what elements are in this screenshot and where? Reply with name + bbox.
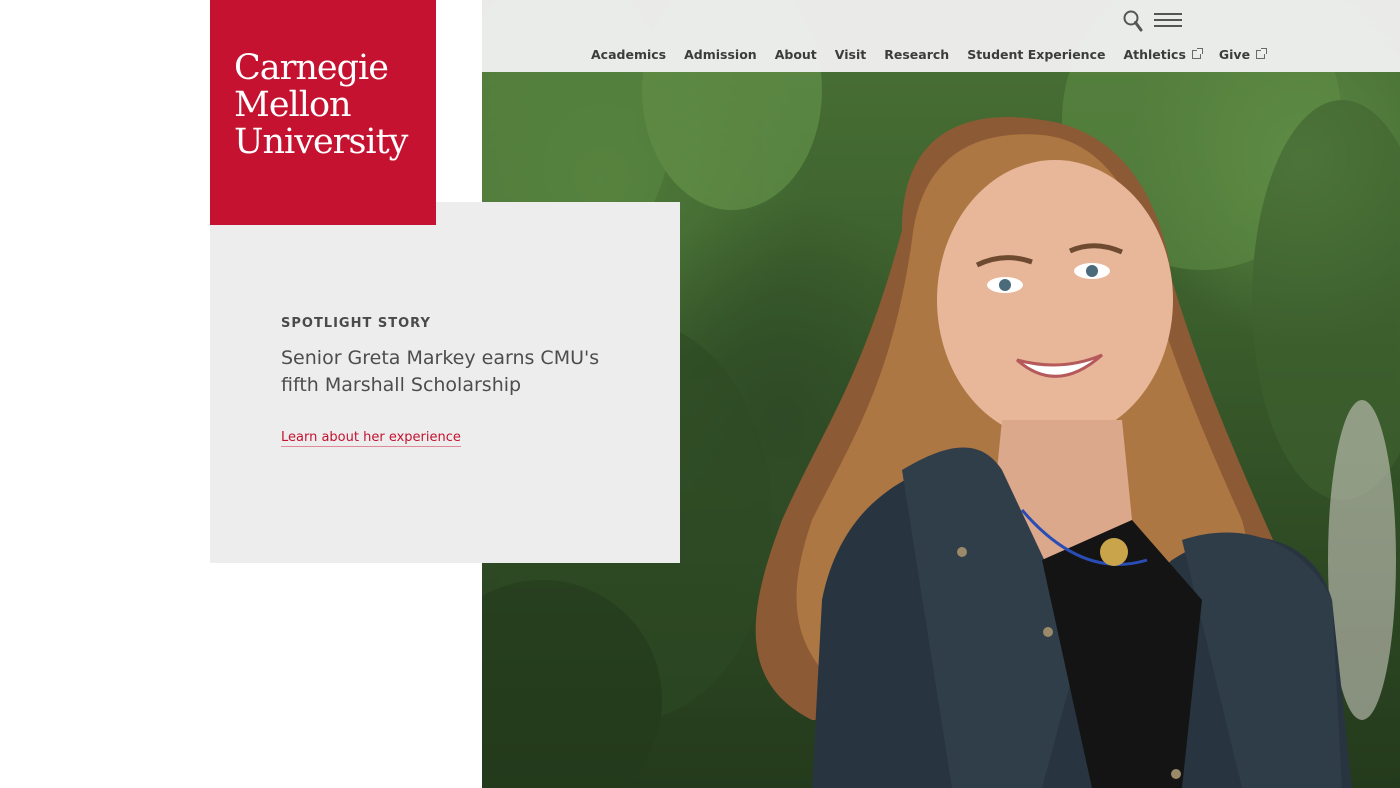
cmu-logo[interactable]: Carnegie Mellon University xyxy=(210,0,436,225)
nav-visit-label: Visit xyxy=(834,47,867,62)
nav-give-label: Give xyxy=(1218,47,1251,62)
nav-admission[interactable]: Admission xyxy=(684,47,757,62)
nav-research[interactable]: Research xyxy=(884,47,949,62)
nav-research-label: Research xyxy=(884,47,950,62)
nav-academics-label: Academics xyxy=(591,47,667,62)
top-navigation-bar: Academics Admission About Visit Research… xyxy=(482,0,1400,72)
spotlight-eyebrow: SPOTLIGHT STORY xyxy=(281,316,431,331)
external-link-icon xyxy=(1191,48,1203,59)
main-nav: Academics Admission About Visit Research… xyxy=(591,47,1283,62)
nav-athletics-label: Athletics xyxy=(1123,47,1186,62)
logo-line-2: Mellon xyxy=(234,85,352,125)
nav-visit[interactable]: Visit xyxy=(835,47,866,62)
nav-student-experience[interactable]: Student Experience xyxy=(967,47,1105,62)
nav-about-label: About xyxy=(774,47,817,62)
nav-give[interactable]: Give xyxy=(1218,47,1268,62)
spotlight-cta-link[interactable]: Learn about her experience xyxy=(281,430,461,447)
logo-line-3: University xyxy=(234,122,408,162)
menu-icon[interactable] xyxy=(1154,13,1182,29)
spotlight-headline: Senior Greta Markey earns CMU's fifth Ma… xyxy=(281,347,600,396)
logo-wordmark: Carnegie Mellon University xyxy=(234,48,408,162)
nav-academics[interactable]: Academics xyxy=(591,47,666,62)
nav-student-experience-label: Student Experience xyxy=(967,47,1106,62)
nav-admission-label: Admission xyxy=(684,47,757,62)
logo-line-1: Carnegie xyxy=(234,48,389,88)
nav-about[interactable]: About xyxy=(775,47,817,62)
nav-athletics[interactable]: Athletics xyxy=(1123,47,1203,62)
external-link-icon xyxy=(1256,48,1268,59)
spotlight-card: SPOTLIGHT STORY Senior Greta Markey earn… xyxy=(210,202,680,563)
search-icon[interactable] xyxy=(1122,9,1146,33)
